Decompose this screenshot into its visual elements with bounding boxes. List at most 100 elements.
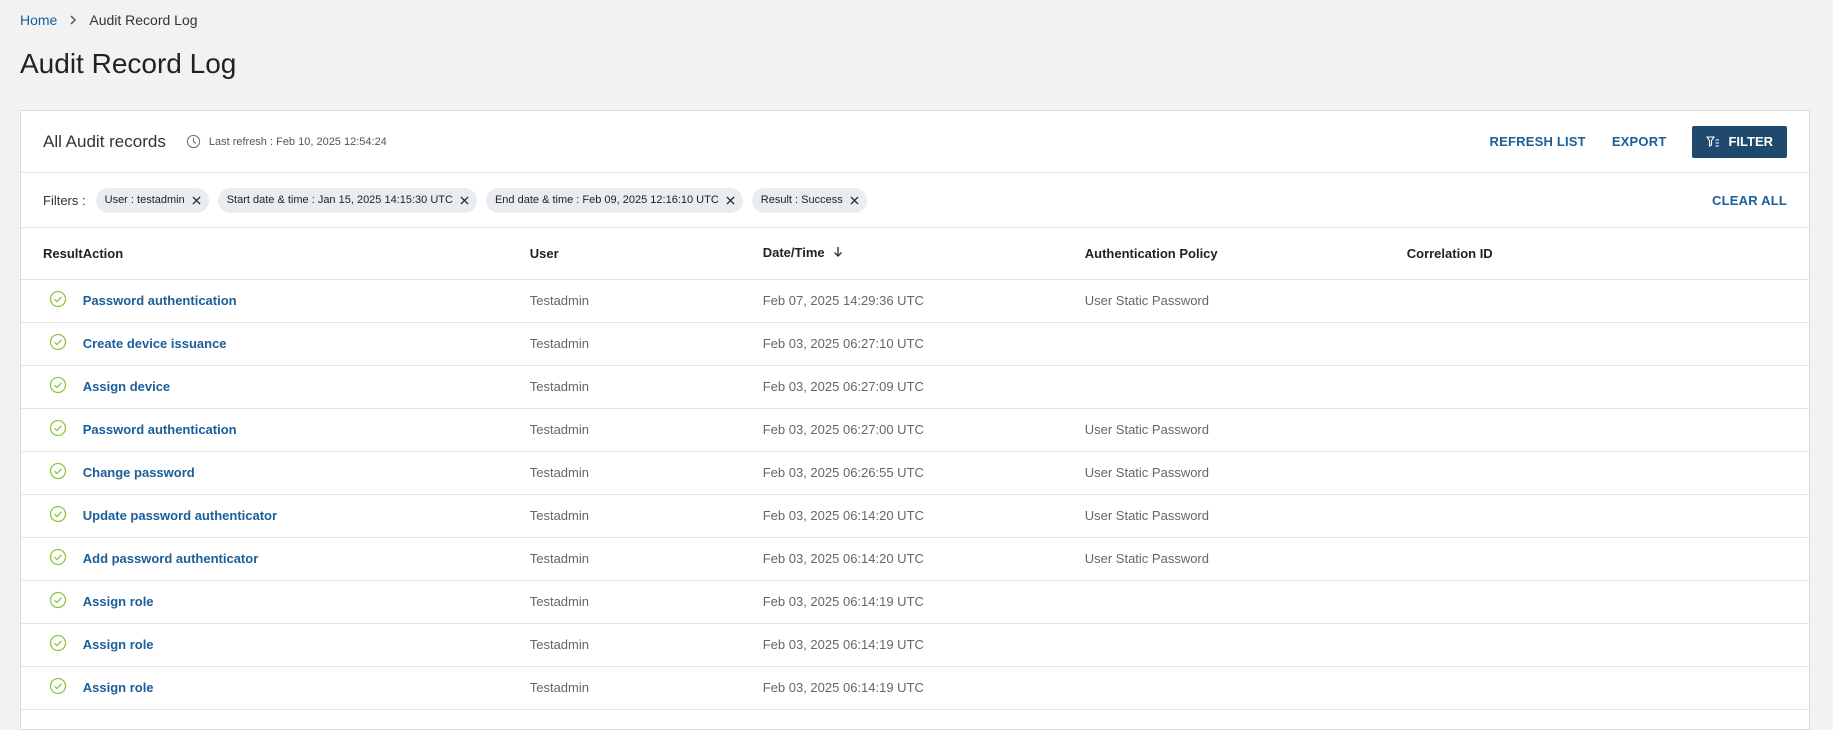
clear-all-button[interactable]: CLEAR ALL — [1712, 193, 1787, 208]
correlation-id-cell — [1406, 279, 1809, 323]
date-time-cell: Feb 03, 2025 06:14:20 UTC — [762, 537, 1085, 581]
action-cell: Password authentication — [82, 279, 530, 323]
export-button[interactable]: EXPORT — [1612, 134, 1667, 149]
close-icon[interactable] — [726, 195, 735, 205]
audit-records-table: Result Action User Date/Time Authenticat… — [21, 228, 1809, 710]
correlation-id-cell — [1406, 494, 1809, 538]
action-link[interactable]: Create device issuance — [83, 336, 227, 351]
table-row[interactable]: Add password authenticator Testadmin Feb… — [21, 537, 1809, 581]
date-time-cell: Feb 03, 2025 06:27:00 UTC — [762, 408, 1085, 452]
user-cell: Testadmin — [529, 365, 763, 409]
authentication-policy-cell — [1084, 666, 1407, 710]
date-time-cell: Feb 03, 2025 06:27:10 UTC — [762, 322, 1085, 366]
last-refresh-text: Last refresh : Feb 10, 2025 12:54:24 — [208, 135, 387, 148]
result-cell — [21, 666, 83, 710]
result-cell — [21, 537, 83, 581]
success-check-icon — [49, 548, 67, 566]
authentication-policy-cell: User Static Password — [1084, 451, 1407, 495]
audit-records-panel: All Audit records Last refresh : Feb 10,… — [20, 110, 1810, 730]
user-cell: Testadmin — [529, 623, 763, 667]
arrow-down-icon[interactable] — [833, 246, 843, 261]
filter-button-label: FILTER — [1728, 134, 1773, 149]
table-row[interactable]: Change password Testadmin Feb 03, 2025 0… — [21, 451, 1809, 495]
date-time-cell: Feb 03, 2025 06:26:55 UTC — [762, 451, 1085, 495]
close-icon[interactable] — [460, 195, 469, 205]
refresh-list-button[interactable]: REFRESH LIST — [1490, 134, 1586, 149]
column-header-authentication-policy: Authentication Policy — [1084, 228, 1407, 280]
authentication-policy-cell: User Static Password — [1084, 408, 1407, 452]
close-icon[interactable] — [850, 195, 859, 205]
result-cell — [21, 408, 83, 452]
column-header-user: User — [529, 228, 763, 280]
result-cell — [21, 494, 83, 538]
header-actions: REFRESH LIST EXPORT FILTER — [1464, 125, 1787, 158]
action-link[interactable]: Assign device — [83, 379, 170, 394]
table-row[interactable]: Assign role Testadmin Feb 03, 2025 06:14… — [21, 623, 1809, 667]
breadcrumb: Home Audit Record Log — [20, 12, 198, 28]
action-cell: Change password — [82, 451, 530, 495]
user-cell: Testadmin — [529, 537, 763, 581]
authentication-policy-cell: User Static Password — [1084, 537, 1407, 581]
last-refresh-info: Last refresh : Feb 10, 2025 12:54:24 — [186, 134, 387, 149]
table-row[interactable]: Assign role Testadmin Feb 03, 2025 06:14… — [21, 666, 1809, 710]
table-row[interactable]: Update password authenticator Testadmin … — [21, 494, 1809, 538]
correlation-id-cell — [1406, 537, 1809, 581]
breadcrumb-current: Audit Record Log — [89, 12, 198, 28]
filter-chip-label: Start date & time : Jan 15, 2025 14:15:3… — [226, 194, 453, 206]
filter-icon — [1706, 135, 1720, 147]
success-check-icon — [49, 333, 67, 351]
column-header-action: Action — [82, 228, 530, 280]
action-cell: Create device issuance — [82, 322, 530, 366]
user-cell: Testadmin — [529, 408, 763, 452]
success-check-icon — [49, 419, 67, 437]
column-header-date-time[interactable]: Date/Time — [762, 228, 1085, 280]
table-row[interactable]: Create device issuance Testadmin Feb 03,… — [21, 322, 1809, 366]
date-time-cell: Feb 03, 2025 06:14:19 UTC — [762, 623, 1085, 667]
action-link[interactable]: Change password — [83, 465, 195, 480]
filter-button[interactable]: FILTER — [1692, 125, 1787, 158]
table-body: Password authentication Testadmin Feb 07… — [21, 279, 1809, 710]
column-header-date-label: Date/Time — [762, 245, 825, 261]
action-link[interactable]: Assign role — [83, 680, 154, 695]
action-link[interactable]: Add password authenticator — [83, 551, 259, 566]
result-cell — [21, 451, 83, 495]
result-cell — [21, 580, 83, 624]
action-link[interactable]: Assign role — [83, 594, 154, 609]
user-cell: Testadmin — [529, 451, 763, 495]
action-cell: Assign role — [82, 623, 530, 667]
result-cell — [21, 322, 83, 366]
panel-title: All Audit records — [43, 131, 166, 151]
correlation-id-cell — [1406, 666, 1809, 710]
user-cell: Testadmin — [529, 666, 763, 710]
action-cell: Password authentication — [82, 408, 530, 452]
user-cell: Testadmin — [529, 322, 763, 366]
filter-chip-start-date: Start date & time : Jan 15, 2025 14:15:3… — [217, 187, 477, 213]
table-row[interactable]: Assign device Testadmin Feb 03, 2025 06:… — [21, 365, 1809, 409]
action-cell: Update password authenticator — [82, 494, 530, 538]
success-check-icon — [49, 462, 67, 480]
page-title: Audit Record Log — [20, 48, 237, 79]
action-cell: Assign role — [82, 580, 530, 624]
correlation-id-cell — [1406, 408, 1809, 452]
action-cell: Assign device — [82, 365, 530, 409]
date-time-cell: Feb 03, 2025 06:27:09 UTC — [762, 365, 1085, 409]
user-cell: Testadmin — [529, 494, 763, 538]
action-link[interactable]: Password authentication — [83, 293, 237, 308]
action-link[interactable]: Update password authenticator — [83, 508, 277, 523]
breadcrumb-home-link[interactable]: Home — [20, 12, 57, 28]
success-check-icon — [49, 591, 67, 609]
table-row[interactable]: Password authentication Testadmin Feb 03… — [21, 408, 1809, 452]
success-check-icon — [49, 376, 67, 394]
action-link[interactable]: Password authentication — [83, 422, 237, 437]
correlation-id-cell — [1406, 451, 1809, 495]
result-cell — [21, 365, 83, 409]
close-icon[interactable] — [192, 195, 201, 205]
correlation-id-cell — [1406, 322, 1809, 366]
result-cell — [21, 623, 83, 667]
success-check-icon — [49, 505, 67, 523]
filter-chip-label: Result : Success — [760, 194, 843, 206]
authentication-policy-cell: User Static Password — [1084, 494, 1407, 538]
table-row[interactable]: Assign role Testadmin Feb 03, 2025 06:14… — [21, 580, 1809, 624]
table-row[interactable]: Password authentication Testadmin Feb 07… — [21, 279, 1809, 323]
action-link[interactable]: Assign role — [83, 637, 154, 652]
